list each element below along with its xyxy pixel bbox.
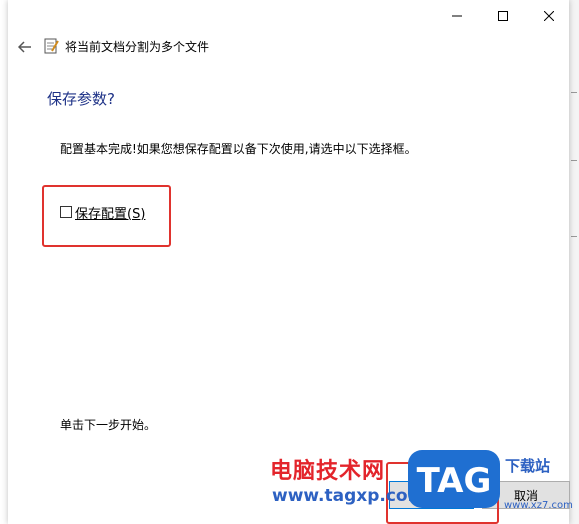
back-button[interactable] xyxy=(14,36,36,58)
watermark-text: 电脑技术网 xyxy=(270,459,386,484)
background-tick xyxy=(571,160,577,161)
highlight-box xyxy=(42,185,171,247)
maximize-icon xyxy=(498,11,508,21)
wizard-header: 将当前文档分割为多个文件 xyxy=(8,32,569,62)
minimize-icon xyxy=(452,15,462,17)
minimize-button[interactable] xyxy=(434,0,480,32)
document-wizard-icon xyxy=(44,38,59,54)
watermark-site: 下载站 xyxy=(505,457,551,475)
description-text: 配置基本完成!如果您想保存配置以备下次使用,请选中以下选择框。 xyxy=(60,142,417,156)
wizard-dialog: 将当前文档分割为多个文件 保存参数? 配置基本完成!如果您想保存配置以备下次使用… xyxy=(8,0,570,524)
tag-logo-icon: TAG xyxy=(408,450,500,508)
page-heading: 保存参数? xyxy=(47,90,115,108)
close-button[interactable] xyxy=(526,0,572,32)
close-icon xyxy=(544,11,554,21)
back-arrow-icon xyxy=(18,41,31,53)
tag-logo-text: TAG xyxy=(417,461,492,501)
title-bar xyxy=(8,0,569,32)
background-tick xyxy=(571,92,577,93)
wizard-title: 将当前文档分割为多个文件 xyxy=(65,40,210,54)
maximize-button[interactable] xyxy=(480,0,526,32)
hint-text: 单击下一步开始。 xyxy=(60,418,157,432)
watermark-url: www.tagxp.com xyxy=(272,486,426,506)
watermark-site-url: www.xz7.com xyxy=(504,500,573,511)
background-window-right xyxy=(568,0,579,524)
background-tick xyxy=(571,236,577,237)
